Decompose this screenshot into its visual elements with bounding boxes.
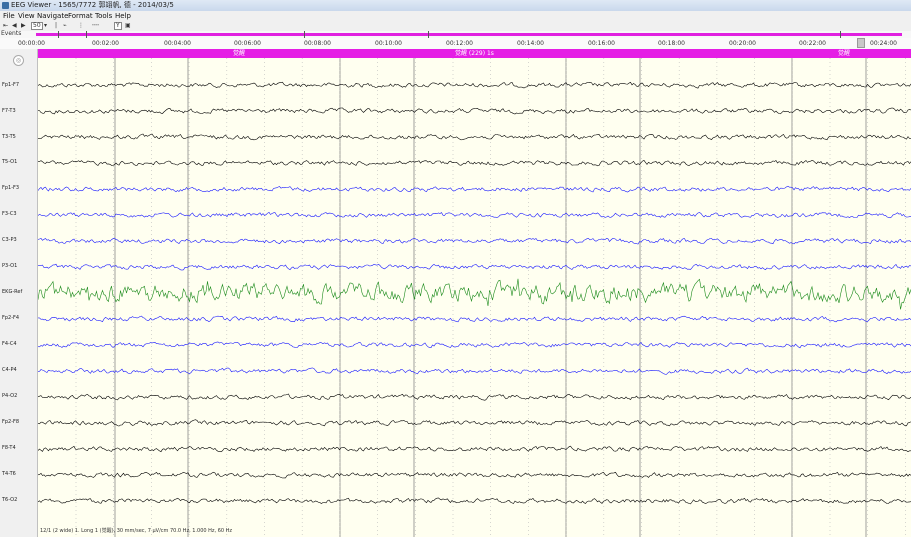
channel-label[interactable]: F3-C3 [2,211,17,218]
channel-label[interactable]: Fp1-F7 [2,82,19,89]
menu-navigate[interactable]: Navigate [37,11,68,21]
marker-button[interactable]: Y [114,22,122,30]
print-icon[interactable]: ▣ [125,22,131,30]
event-marker[interactable] [304,31,305,38]
montage-toggle-icon[interactable]: ◎ [13,55,24,66]
event-banner-left-label: 觉醒 [233,50,246,57]
montage-icon[interactable]: ⋮ [78,22,84,30]
channel-label[interactable]: Fp2-F4 [2,315,19,322]
time-label: 00:06:00 [234,40,261,47]
sensitivity-select[interactable]: 50 [31,22,43,30]
event-banner[interactable]: 觉醒 觉醒 (229) 1s 觉醒 [38,49,911,58]
time-label: 00:08:00 [304,40,331,47]
channel-label[interactable]: C3-P3 [2,237,17,244]
channel-label[interactable]: T4-T6 [2,471,16,478]
menu-format[interactable]: Format [68,11,93,21]
channel-label[interactable]: Fp2-F8 [2,419,19,426]
channel-label[interactable]: T5-O1 [2,159,17,166]
menu-bar: File View Navigate Format Tools Help [0,11,911,21]
filter-icon[interactable]: ⌁ [63,22,67,30]
trace-background [38,49,911,537]
events-label: Events [1,30,22,37]
event-banner-right-label: 觉醒 [838,50,851,57]
time-label: 00:16:00 [588,40,615,47]
menu-file[interactable]: File [3,11,15,21]
event-marker[interactable] [86,31,87,38]
time-label: 00:02:00 [92,40,119,47]
menu-view[interactable]: View [18,11,35,21]
event-marker[interactable] [58,31,59,38]
channel-label[interactable]: T3-T5 [2,134,16,141]
time-label: 00:00:00 [18,40,45,47]
channel-label[interactable]: T6-O2 [2,497,17,504]
eeg-trace-area[interactable] [38,49,911,537]
channel-label[interactable]: P3-O1 [2,263,17,270]
timeline-scroll-thumb[interactable] [857,38,865,48]
channel-label[interactable]: P4-O2 [2,393,17,400]
menu-help[interactable]: Help [115,11,131,21]
window-title: EEG Viewer - 1565/7772 郭翊帆, 德 - 2014/03/… [11,1,174,9]
first-page-icon[interactable]: ⇤ [3,22,8,30]
time-label: 00:20:00 [729,40,756,47]
menu-tools[interactable]: Tools [95,11,112,21]
app-icon [2,2,9,9]
time-label: 00:18:00 [658,40,685,47]
channel-label[interactable]: EKG-Ref [2,289,22,296]
channel-label[interactable]: Fp1-F3 [2,185,19,192]
channel-label[interactable]: F4-C4 [2,341,17,348]
ruler-icon[interactable]: ╌╌ [92,22,99,30]
next-page-icon[interactable]: ▶ [21,22,26,30]
events-track[interactable] [36,33,902,36]
status-line: 12/1 (2 wide) 1. Long 1 (觉醒), 30 mm/sec,… [40,528,233,534]
event-marker[interactable] [840,31,841,38]
channel-label[interactable]: F7-T3 [2,108,16,115]
channel-label[interactable]: F8-T4 [2,445,16,452]
events-bar: Events [0,30,911,38]
channel-label[interactable]: C4-P4 [2,367,17,374]
channel-label-column: ◎ Fp1-F7 F7-T3 T3-T5 T5-O1 Fp1-F3 F3-C3 … [0,49,38,537]
chevron-down-icon[interactable]: ▾ [44,22,47,30]
event-banner-center-label: 觉醒 (229) 1s [455,50,494,57]
separator-icon: | [55,22,58,29]
time-label: 00:10:00 [375,40,402,47]
time-label: 00:14:00 [517,40,544,47]
event-marker[interactable] [428,31,429,38]
time-label: 00:22:00 [799,40,826,47]
prev-page-icon[interactable]: ◀ [12,22,17,30]
time-label: 00:04:00 [164,40,191,47]
time-label: 00:24:00 [870,40,897,47]
time-label: 00:12:00 [446,40,473,47]
